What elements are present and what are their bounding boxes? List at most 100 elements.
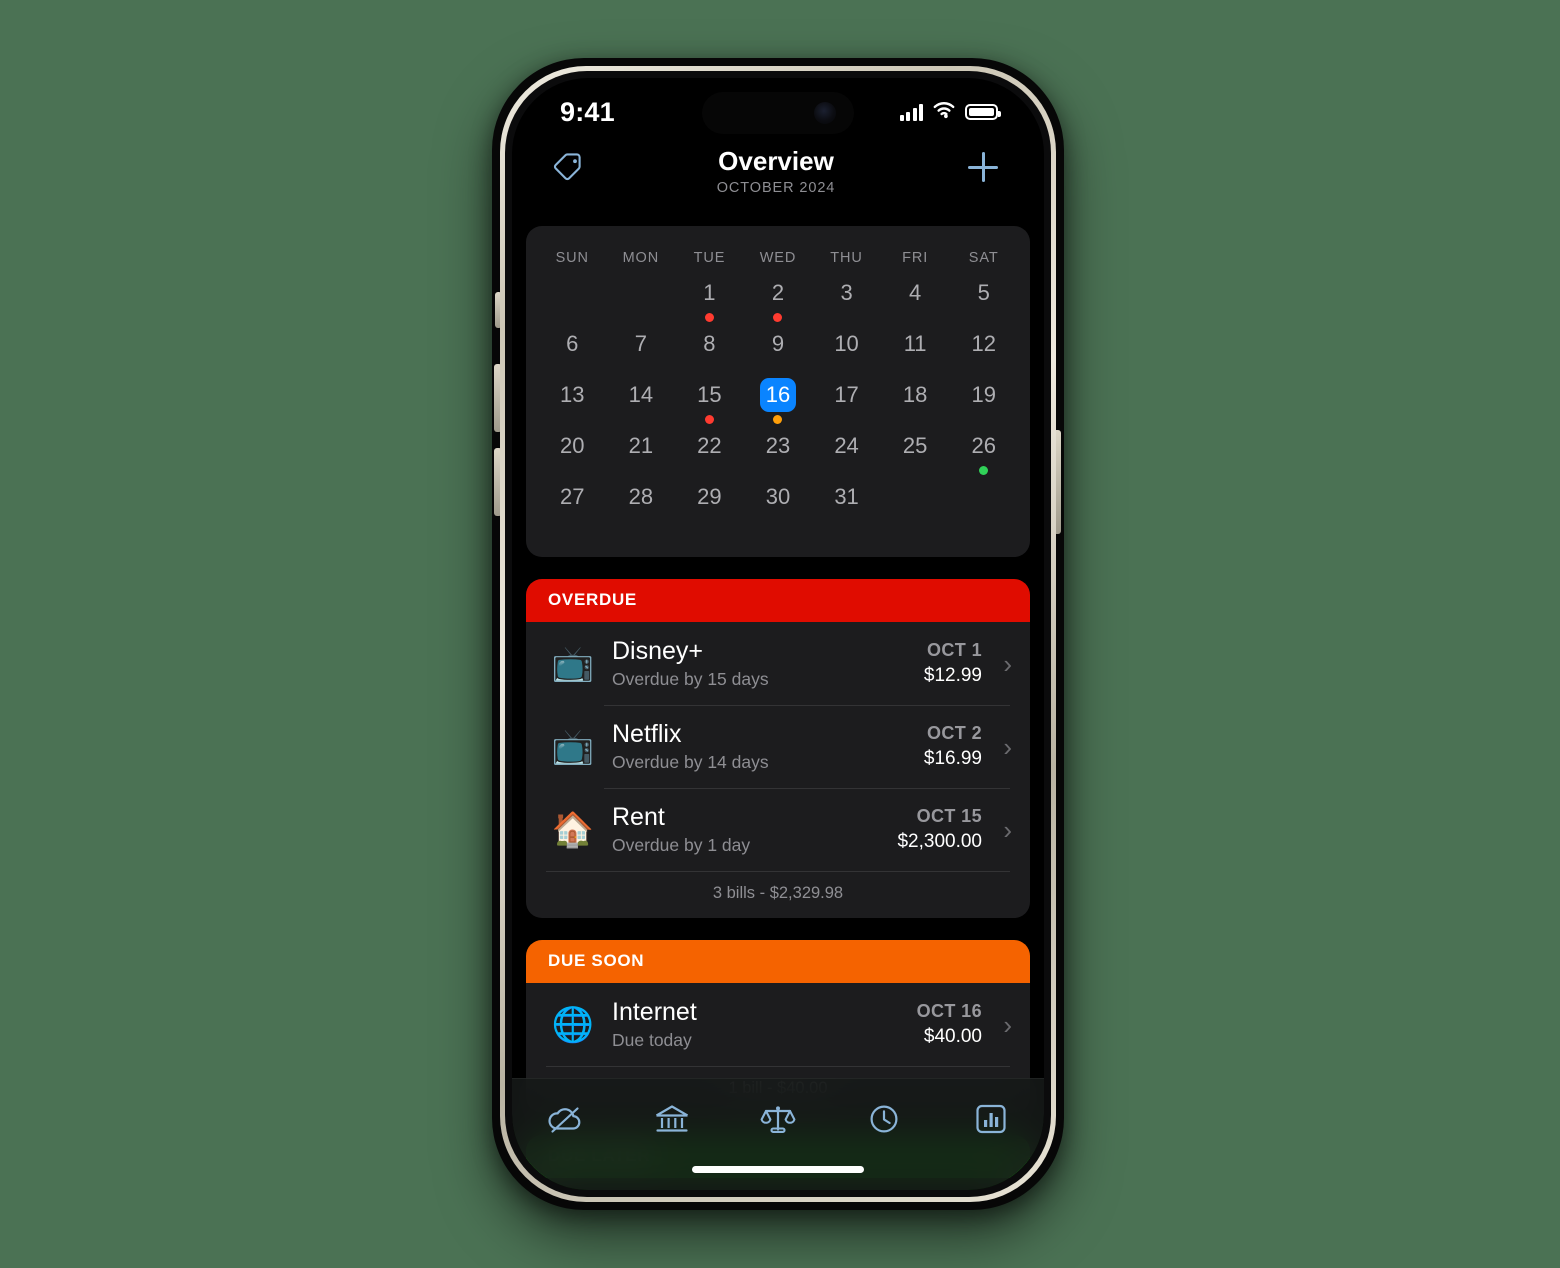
calendar-day[interactable]: 31 <box>812 480 881 531</box>
calendar-day-dot-none <box>773 517 782 526</box>
section-footer-total: 3 bills - $2,329.98 <box>526 871 1030 918</box>
calendar-day[interactable]: 16 <box>744 378 813 429</box>
calendar-day-number: 4 <box>909 280 922 305</box>
calendar-day-empty <box>881 480 950 531</box>
calendar-day-dot-none <box>842 466 851 475</box>
bill-status: Due today <box>612 1030 692 1050</box>
calendar-day[interactable]: 19 <box>949 378 1018 429</box>
calendar-day-number: 26 <box>971 433 996 458</box>
calendar-weekday-row: SUN MON TUE WED THU FRI SAT <box>538 236 1018 276</box>
chevron-right-icon: › <box>1003 1009 1012 1040</box>
calendar-day[interactable]: 2 <box>744 276 813 327</box>
scroll-content[interactable]: SUN MON TUE WED THU FRI SAT 1 2 3 4 5 6 7 8 9 10 11 12 13 1… <box>512 202 1044 1190</box>
bill-due-amount: OCT 15 $2,300.00 <box>897 805 990 854</box>
bill-amount: $40.00 <box>923 1026 982 1047</box>
bill-section: OVERDUE 📺 Disney+ Overdue by 15 days OCT 1 $1… <box>526 579 1030 918</box>
home-indicator[interactable] <box>692 1166 864 1173</box>
cellular-signal-icon <box>899 103 923 121</box>
calendar-day[interactable]: 22 <box>675 429 744 480</box>
calendar-day-number: 12 <box>971 331 996 356</box>
calendar-day[interactable]: 20 <box>538 429 607 480</box>
calendar-day-number: 29 <box>697 484 722 509</box>
calendar-week-row: 1 2 3 4 5 <box>538 276 1018 327</box>
calendar-day-number: 7 <box>634 331 647 356</box>
calendar-week-row: 13 14 15 16 17 18 19 <box>538 378 1018 429</box>
calendar-day[interactable]: 14 <box>607 378 676 429</box>
wifi-icon <box>932 101 956 124</box>
calendar-day[interactable]: 21 <box>607 429 676 480</box>
calendar-day[interactable]: 7 <box>607 327 676 378</box>
calendar-day[interactable]: 10 <box>812 327 881 378</box>
calendar-day-number: 17 <box>834 382 859 407</box>
tab-cloud-sync[interactable] <box>532 1093 598 1145</box>
calendar-day-dot-none <box>979 364 988 373</box>
bank-icon <box>653 1103 691 1135</box>
calendar-day-dot-none <box>568 364 577 373</box>
calendar-day-dot-none <box>636 279 645 288</box>
calendar-day-number: 5 <box>977 280 990 305</box>
tab-balance[interactable] <box>745 1093 811 1145</box>
calendar-day-dot-none <box>636 415 645 424</box>
calendar-day-dot-none <box>979 313 988 322</box>
tab-accounts[interactable] <box>639 1093 705 1145</box>
television-icon: 📺 <box>551 726 595 767</box>
calendar-day[interactable]: 30 <box>744 480 813 531</box>
calendar-day-empty <box>607 276 676 327</box>
tab-bar <box>512 1078 1044 1190</box>
phone-screen: 9:41 Overview OCTOBER 2024 SUN MON TUE W… <box>512 78 1044 1190</box>
calendar-day-dot-none <box>911 364 920 373</box>
calendar-day[interactable]: 9 <box>744 327 813 378</box>
calendar-day[interactable]: 17 <box>812 378 881 429</box>
calendar-day[interactable]: 5 <box>949 276 1018 327</box>
calendar-day[interactable]: 25 <box>881 429 950 480</box>
calendar-day[interactable]: 3 <box>812 276 881 327</box>
calendar-day[interactable]: 27 <box>538 480 607 531</box>
calendar-day-empty <box>949 480 1018 531</box>
calendar-week-row: 27 28 29 30 31 <box>538 480 1018 531</box>
calendar-day[interactable]: 24 <box>812 429 881 480</box>
calendar-day[interactable]: 28 <box>607 480 676 531</box>
tab-history[interactable] <box>851 1093 917 1145</box>
calendar-day-dot-none <box>979 483 988 492</box>
calendar-day[interactable]: 6 <box>538 327 607 378</box>
bill-row[interactable]: 📺 Netflix Overdue by 14 days OCT 2 $16.99 › <box>526 705 1030 788</box>
calendar-day-dot-none <box>568 279 577 288</box>
calendar-card[interactable]: SUN MON TUE WED THU FRI SAT 1 2 3 4 5 6 7 8 9 10 11 12 13 1… <box>526 226 1030 557</box>
calendar-day[interactable]: 4 <box>881 276 950 327</box>
bill-due-date: OCT 15 <box>916 806 982 826</box>
section-header: OVERDUE <box>526 579 1030 622</box>
bill-row[interactable]: 📺 Disney+ Overdue by 15 days OCT 1 $12.99 › <box>526 622 1030 705</box>
bill-row[interactable]: 🏠 Rent Overdue by 1 day OCT 15 $2,300.00 › <box>526 788 1030 871</box>
calendar-day[interactable]: 11 <box>881 327 950 378</box>
calendar-day-number: 6 <box>566 331 579 356</box>
calendar-day[interactable]: 1 <box>675 276 744 327</box>
tab-reports[interactable] <box>958 1093 1024 1145</box>
calendar-day[interactable]: 26 <box>949 429 1018 480</box>
calendar-day[interactable]: 29 <box>675 480 744 531</box>
bill-status: Overdue by 14 days <box>612 752 769 772</box>
bill-info: Netflix Overdue by 14 days <box>600 719 924 774</box>
bill-amount: $2,300.00 <box>897 831 982 852</box>
calendar-day-dot-none <box>705 517 714 526</box>
calendar-day-dot-none <box>911 483 920 492</box>
calendar-day[interactable]: 15 <box>675 378 744 429</box>
calendar-weekday: TUE <box>693 250 726 266</box>
calendar-day-number: 2 <box>771 280 785 305</box>
bill-name: Netflix <box>612 720 682 748</box>
calendar-day[interactable]: 18 <box>881 378 950 429</box>
calendar-day[interactable]: 8 <box>675 327 744 378</box>
tag-icon[interactable] <box>546 146 592 188</box>
bill-row[interactable]: 🌐 Internet Due today OCT 16 $40.00 › <box>526 983 1030 1066</box>
page-subtitle: OCTOBER 2024 <box>716 180 836 196</box>
front-camera <box>814 102 836 124</box>
calendar-day[interactable]: 23 <box>744 429 813 480</box>
calendar-day[interactable]: 12 <box>949 327 1018 378</box>
bill-amount: $12.99 <box>923 665 982 686</box>
calendar-day-number: 21 <box>628 433 654 458</box>
calendar-day-dot-none <box>842 364 851 373</box>
calendar-grid[interactable]: 1 2 3 4 5 6 7 8 9 10 11 12 13 14 15 16 17 18 19 20 21 22 23 24 2… <box>538 276 1018 531</box>
add-bill-button[interactable] <box>960 146 1006 188</box>
calendar-day-number: 27 <box>560 484 585 509</box>
calendar-day[interactable]: 13 <box>538 378 607 429</box>
chevron-right-icon: › <box>1003 814 1012 845</box>
